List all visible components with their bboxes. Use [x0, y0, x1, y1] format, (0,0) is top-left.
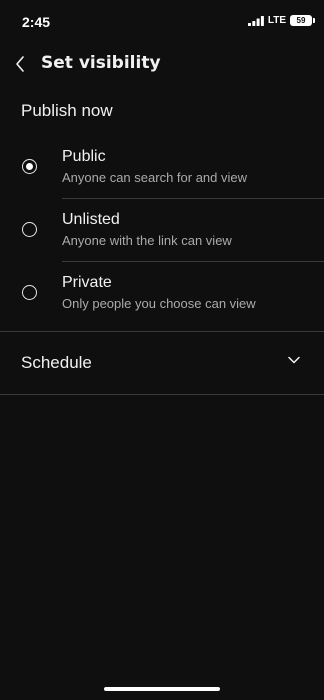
divider [62, 198, 324, 199]
section-divider [0, 331, 324, 332]
option-description: Anyone can search for and view [62, 170, 247, 185]
radio-private[interactable] [22, 285, 37, 300]
page-title: Set visibility [41, 53, 161, 73]
home-indicator[interactable] [104, 687, 220, 691]
schedule-row[interactable]: Schedule [0, 333, 324, 393]
option-description: Anyone with the link can view [62, 233, 232, 248]
battery-level: 59 [296, 16, 306, 25]
option-label: Public [62, 148, 106, 165]
back-button[interactable] [6, 50, 34, 78]
network-label: LTE [267, 15, 286, 26]
header: Set visibility [0, 44, 324, 84]
divider [62, 261, 324, 262]
status-indicators: LTE 59 [247, 15, 315, 26]
signal-icon [247, 15, 264, 26]
option-description: Only people you choose can view [62, 296, 256, 311]
chevron-down-icon [288, 356, 300, 364]
option-public[interactable]: Public Anyone can search for and view [0, 137, 324, 199]
battery-icon: 59 [290, 15, 315, 26]
status-time: 2:45 [22, 14, 51, 30]
option-label: Private [62, 274, 112, 291]
schedule-label: Schedule [21, 353, 92, 372]
radio-unlisted[interactable] [22, 222, 37, 237]
status-bar: 2:45 LTE 59 [0, 0, 324, 44]
option-private[interactable]: Private Only people you choose can view [0, 263, 324, 325]
chevron-left-icon [16, 56, 24, 72]
section-title-publish-now: Publish now [21, 101, 113, 120]
option-label: Unlisted [62, 211, 120, 228]
section-divider [0, 394, 324, 395]
radio-public[interactable] [22, 159, 37, 174]
option-unlisted[interactable]: Unlisted Anyone with the link can view [0, 200, 324, 262]
